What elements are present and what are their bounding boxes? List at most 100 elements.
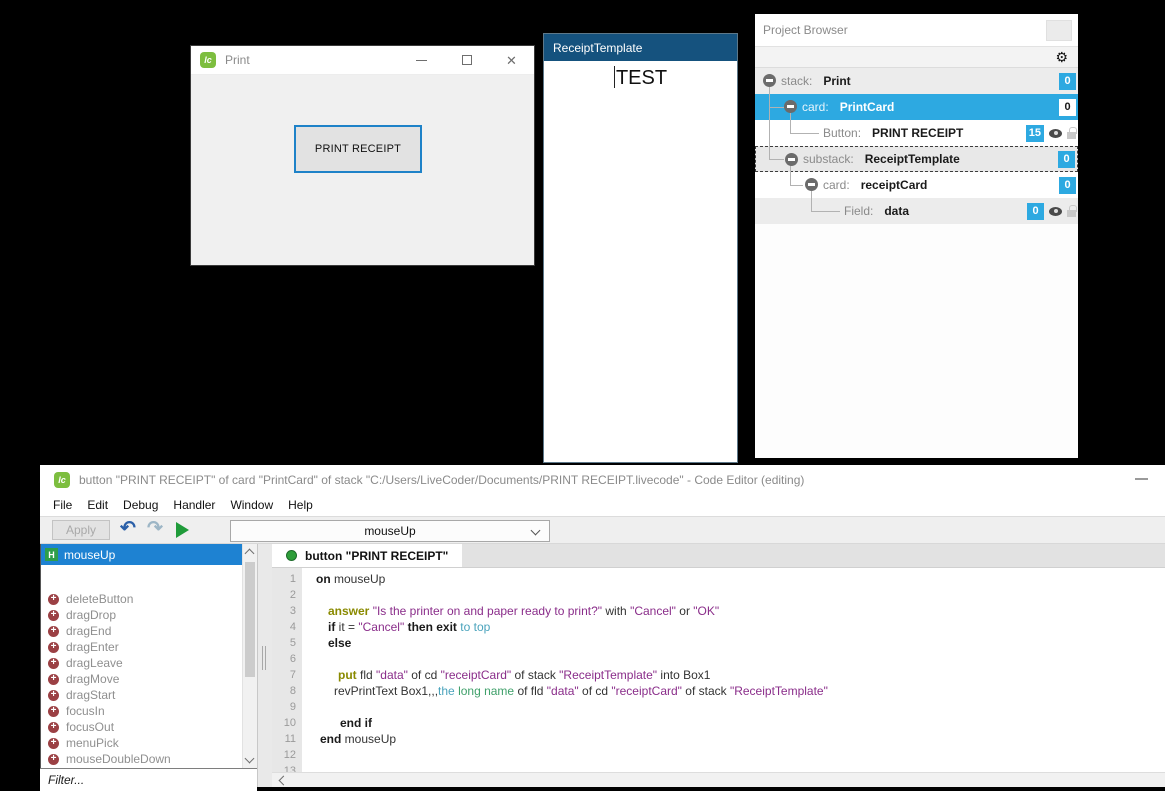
handler-item-dragstart[interactable]: + dragStart xyxy=(41,687,242,703)
script-line-badge: 0 xyxy=(1059,73,1076,90)
handler-dropdown[interactable]: mouseUp xyxy=(230,520,550,542)
add-handler-icon[interactable]: + xyxy=(48,722,59,733)
tree-row-print[interactable]: stack:Print0 xyxy=(755,68,1078,94)
menu-window[interactable]: Window xyxy=(230,498,273,512)
line-number: 7 xyxy=(272,667,296,683)
handler-item-selected[interactable]: H mouseUp xyxy=(41,544,242,565)
script-line-badge: 0 xyxy=(1059,177,1076,194)
tree-row-printcard[interactable]: card:PrintCard0 xyxy=(755,94,1078,120)
code-editor-titlebar[interactable]: lc button "PRINT RECEIPT" of card "Print… xyxy=(40,465,1165,494)
tree-row-labels: Button: PRINT RECEIPT xyxy=(823,120,963,146)
line-number: 8 xyxy=(272,683,296,699)
scroll-left-icon[interactable] xyxy=(279,776,289,786)
close-icon[interactable]: ✕ xyxy=(489,46,534,74)
tree-row-data[interactable]: Field:data0 xyxy=(755,198,1078,224)
maximize-icon[interactable] xyxy=(444,46,489,74)
eye-icon[interactable] xyxy=(1049,129,1062,138)
add-handler-icon[interactable]: + xyxy=(48,642,59,653)
handler-item-mousedoubledown[interactable]: +mouseDoubleDown xyxy=(41,751,242,767)
add-handler-icon[interactable]: + xyxy=(48,738,59,749)
add-handler-icon[interactable]: + xyxy=(48,594,59,605)
panel-splitter[interactable] xyxy=(258,544,272,787)
object-type-label: card: xyxy=(823,178,850,192)
add-handler-icon[interactable]: + xyxy=(48,626,59,637)
tree-row-controls: 0 xyxy=(1059,94,1076,120)
print-receipt-button[interactable]: PRINT RECEIPT xyxy=(294,125,422,173)
code-editor-toolbar: Apply ↶ ↷ mouseUp xyxy=(40,516,1165,544)
add-handler-icon[interactable]: + xyxy=(48,754,59,765)
undo-icon[interactable]: ↶ xyxy=(120,517,136,540)
menu-file[interactable]: File xyxy=(53,498,72,512)
handler-item-dragleave[interactable]: + dragLeave xyxy=(41,655,242,671)
project-browser-toolbar: ⚙ xyxy=(755,46,1078,68)
object-type-label: Button: xyxy=(823,126,861,140)
code-token: of stack xyxy=(514,668,559,682)
minimize-icon[interactable] xyxy=(1135,478,1148,480)
tree-row-controls: 15 xyxy=(1026,120,1076,146)
add-handler-icon[interactable]: + xyxy=(48,674,59,685)
panel-menu-button[interactable] xyxy=(1046,20,1072,41)
menu-edit[interactable]: Edit xyxy=(87,498,108,512)
project-tree: stack:Print0card:PrintCard0 Button: PRINT … xyxy=(755,68,1078,458)
tab-button-print-receipt[interactable]: button "PRINT RECEIPT" xyxy=(272,544,462,567)
menu-help[interactable]: Help xyxy=(288,498,313,512)
redo-icon[interactable]: ↷ xyxy=(147,517,163,540)
collapse-icon[interactable] xyxy=(805,178,818,191)
add-handler-icon[interactable]: + xyxy=(48,690,59,701)
livecode-logo-icon: lc xyxy=(200,52,216,68)
object-name-label: PRINT RECEIPT xyxy=(872,126,963,140)
scroll-up-icon[interactable] xyxy=(245,549,255,559)
handler-list-scrollbar[interactable] xyxy=(242,544,257,768)
project-browser-header: Project Browser xyxy=(755,14,1078,46)
code-token: of cd xyxy=(411,668,440,682)
add-handler-icon[interactable]: + xyxy=(48,706,59,717)
scroll-down-icon[interactable] xyxy=(245,754,255,764)
handler-item-dragmove[interactable]: +dragMove xyxy=(41,671,242,687)
tree-row-print-receipt[interactable]: Button: PRINT RECEIPT 15 xyxy=(755,120,1078,146)
receipt-window-titlebar[interactable]: ReceiptTemplate xyxy=(544,34,737,61)
tree-row-receiptcard[interactable]: card:receiptCard0 xyxy=(755,172,1078,198)
tree-row-receipttemplate[interactable]: substack:ReceiptTemplate0 xyxy=(755,146,1078,172)
eye-icon[interactable] xyxy=(1049,207,1062,216)
code-token: mouseUp xyxy=(334,572,385,586)
code-token: end xyxy=(320,732,345,746)
handler-item-focusout[interactable]: +focusOut xyxy=(41,719,242,735)
menu-debug[interactable]: Debug xyxy=(123,498,158,512)
add-handler-icon[interactable]: + xyxy=(48,658,59,669)
handler-item-focusin[interactable]: +focusIn xyxy=(41,703,242,719)
receipt-data-field[interactable]: TEST xyxy=(544,61,737,90)
horizontal-scrollbar[interactable] xyxy=(272,772,1165,787)
minimize-icon[interactable] xyxy=(399,46,444,74)
print-window-titlebar[interactable]: lc Print ✕ xyxy=(191,46,534,75)
collapse-icon[interactable] xyxy=(784,100,797,113)
script-editor[interactable]: on mouseUpanswer "Is the printer on and … xyxy=(302,568,1165,772)
apply-button[interactable]: Apply xyxy=(52,520,110,540)
handler-item-dragenter[interactable]: +dragEnter xyxy=(41,639,242,655)
gear-icon[interactable]: ⚙ xyxy=(1055,50,1068,64)
scrollbar-thumb[interactable] xyxy=(245,562,255,677)
handler-item-label: dragStart xyxy=(66,688,115,702)
handler-panel: H mouseUp +deleteButton+dragDrop+dragEnd… xyxy=(40,544,258,787)
code-token: with xyxy=(605,604,630,618)
collapse-icon[interactable] xyxy=(785,153,798,166)
run-icon[interactable] xyxy=(176,522,189,538)
handler-item-label: mouseUp xyxy=(64,548,115,562)
collapse-icon[interactable] xyxy=(763,74,776,87)
code-line-13 xyxy=(316,763,1165,772)
code-editor-window: lc button "PRINT RECEIPT" of card "Print… xyxy=(40,465,1165,787)
script-line-badge: 0 xyxy=(1059,99,1076,116)
filter-input[interactable]: Filter... xyxy=(40,768,257,791)
handler-item-dragend[interactable]: +dragEnd xyxy=(41,623,242,639)
handler-item-label: dragLeave xyxy=(66,656,123,670)
menu-handler[interactable]: Handler xyxy=(173,498,215,512)
handler-item-menupick[interactable]: +menuPick xyxy=(41,735,242,751)
script-line-badge: 0 xyxy=(1058,151,1075,168)
handler-item-deletebutton[interactable]: +deleteButton xyxy=(41,591,242,607)
lock-icon[interactable] xyxy=(1067,210,1076,217)
print-stack-window: lc Print ✕ PRINT RECEIPT xyxy=(190,45,535,266)
handler-item-dragdrop[interactable]: +dragDrop xyxy=(41,607,242,623)
add-handler-icon[interactable]: + xyxy=(48,610,59,621)
code-token: of fld xyxy=(517,684,546,698)
tree-row-controls: 0 xyxy=(1058,147,1075,171)
lock-icon[interactable] xyxy=(1067,132,1076,139)
